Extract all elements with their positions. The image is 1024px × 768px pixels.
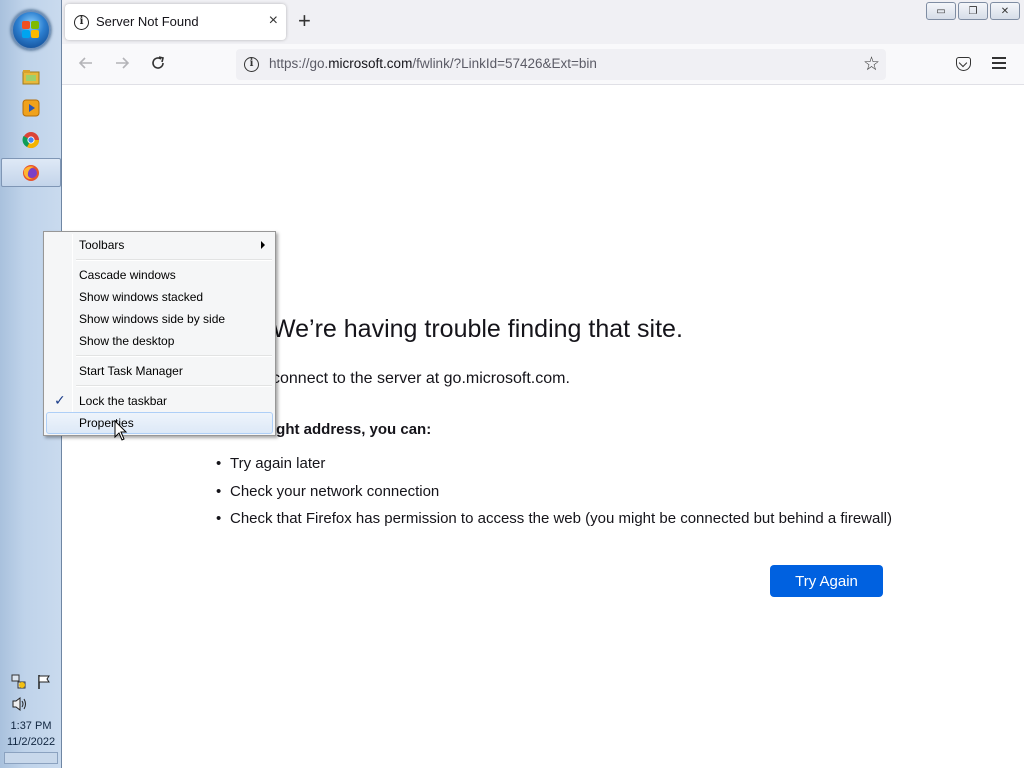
submenu-arrow-icon [261,241,265,249]
menu-item-cascade-windows[interactable]: Cascade windows [46,264,273,286]
menu-item-show-desktop[interactable]: Show the desktop [46,330,273,352]
tab-strip: i Server Not Found × + ▭ ❐ ✕ [62,0,1024,44]
suggestion-list: Try again later Check your network conne… [216,455,892,538]
action-center-flag-icon[interactable] [36,674,52,695]
url-bar[interactable]: i https://go.microsoft.com/fwlink/?LinkI… [236,49,886,80]
menu-item-toolbars[interactable]: Toolbars [46,234,273,256]
menu-separator [76,259,272,261]
menu-item-label: Start Task Manager [79,364,183,378]
forward-button[interactable] [110,53,134,77]
minimize-icon: ▭ [936,5,946,17]
checkmark-icon: ✓ [54,392,66,408]
url-domain: microsoft.com [328,56,413,71]
menu-item-label: Show windows side by side [79,312,226,326]
taskbar-context-menu: Toolbars Cascade windows Show windows st… [43,231,276,436]
reload-icon [152,56,164,69]
menu-separator [76,385,272,387]
url-prefix: https://go. [269,56,329,71]
chrome-icon[interactable] [20,129,42,151]
menu-item-label: Cascade windows [79,268,176,282]
list-item: Check your network connection [216,483,892,511]
new-tab-button[interactable]: + [298,9,311,33]
navigation-toolbar: i https://go.microsoft.com/fwlink/?LinkI… [62,44,1024,85]
error-title: We’re having trouble finding that site. [272,315,683,343]
mouse-pointer-icon [114,420,128,441]
file-explorer-icon[interactable] [20,66,42,88]
clock-time: 1:37 PM [10,720,52,732]
menu-separator [76,355,272,357]
menu-item-properties[interactable]: Properties [46,412,273,434]
clock-date: 11/2/2022 [6,736,56,748]
start-button[interactable] [11,10,51,50]
menu-item-show-windows-stacked[interactable]: Show windows stacked [46,286,273,308]
show-desktop-button[interactable] [4,752,58,764]
try-again-button[interactable]: Try Again [770,565,883,597]
firefox-icon[interactable] [20,162,42,184]
bookmark-star-icon[interactable]: ☆ [863,53,880,76]
close-icon: ✕ [1000,5,1010,17]
menu-item-label: Show the desktop [79,334,175,348]
back-arrow-icon [78,57,92,69]
url-suffix: /fwlink/?LinkId=57426&Ext=bin [412,56,597,71]
menu-item-start-task-manager[interactable]: Start Task Manager [46,360,273,382]
site-info-icon[interactable]: i [244,57,259,72]
tab-server-not-found[interactable]: i Server Not Found × [65,4,286,40]
window-controls: ▭ ❐ ✕ [926,2,1020,20]
clock[interactable]: 1:37 PM 11/2/2022 [0,718,62,750]
forward-arrow-icon [116,57,130,69]
list-item: Try again later [216,455,892,483]
back-button[interactable] [74,53,98,77]
network-icon[interactable] [11,674,27,695]
list-item: Check that Firefox has permission to acc… [216,510,892,538]
minimize-button[interactable]: ▭ [926,2,956,20]
menu-item-label: Lock the taskbar [79,394,168,408]
menu-item-label: Toolbars [79,238,125,252]
volume-icon[interactable] [11,696,29,717]
media-player-icon[interactable] [20,97,42,119]
windows-logo-icon [22,21,40,39]
menu-item-show-windows-side-by-side[interactable]: Show windows side by side [46,308,273,330]
reload-button[interactable] [146,53,170,77]
restore-button[interactable]: ❐ [958,2,988,20]
restore-icon: ❐ [968,5,978,17]
url-text[interactable]: https://go.microsoft.com/fwlink/?LinkId=… [269,56,597,71]
menu-item-lock-taskbar[interactable]: ✓ Lock the taskbar [46,390,273,412]
tab-close-icon[interactable]: × [269,12,278,30]
error-description: connect to the server at go.microsoft.co… [272,370,570,387]
pocket-icon[interactable] [956,57,971,71]
close-button[interactable]: ✕ [990,2,1020,20]
info-icon: i [74,15,89,30]
hamburger-menu-icon[interactable] [992,57,1006,72]
tab-title: Server Not Found [96,14,199,29]
menu-item-label: Show windows stacked [79,290,204,304]
